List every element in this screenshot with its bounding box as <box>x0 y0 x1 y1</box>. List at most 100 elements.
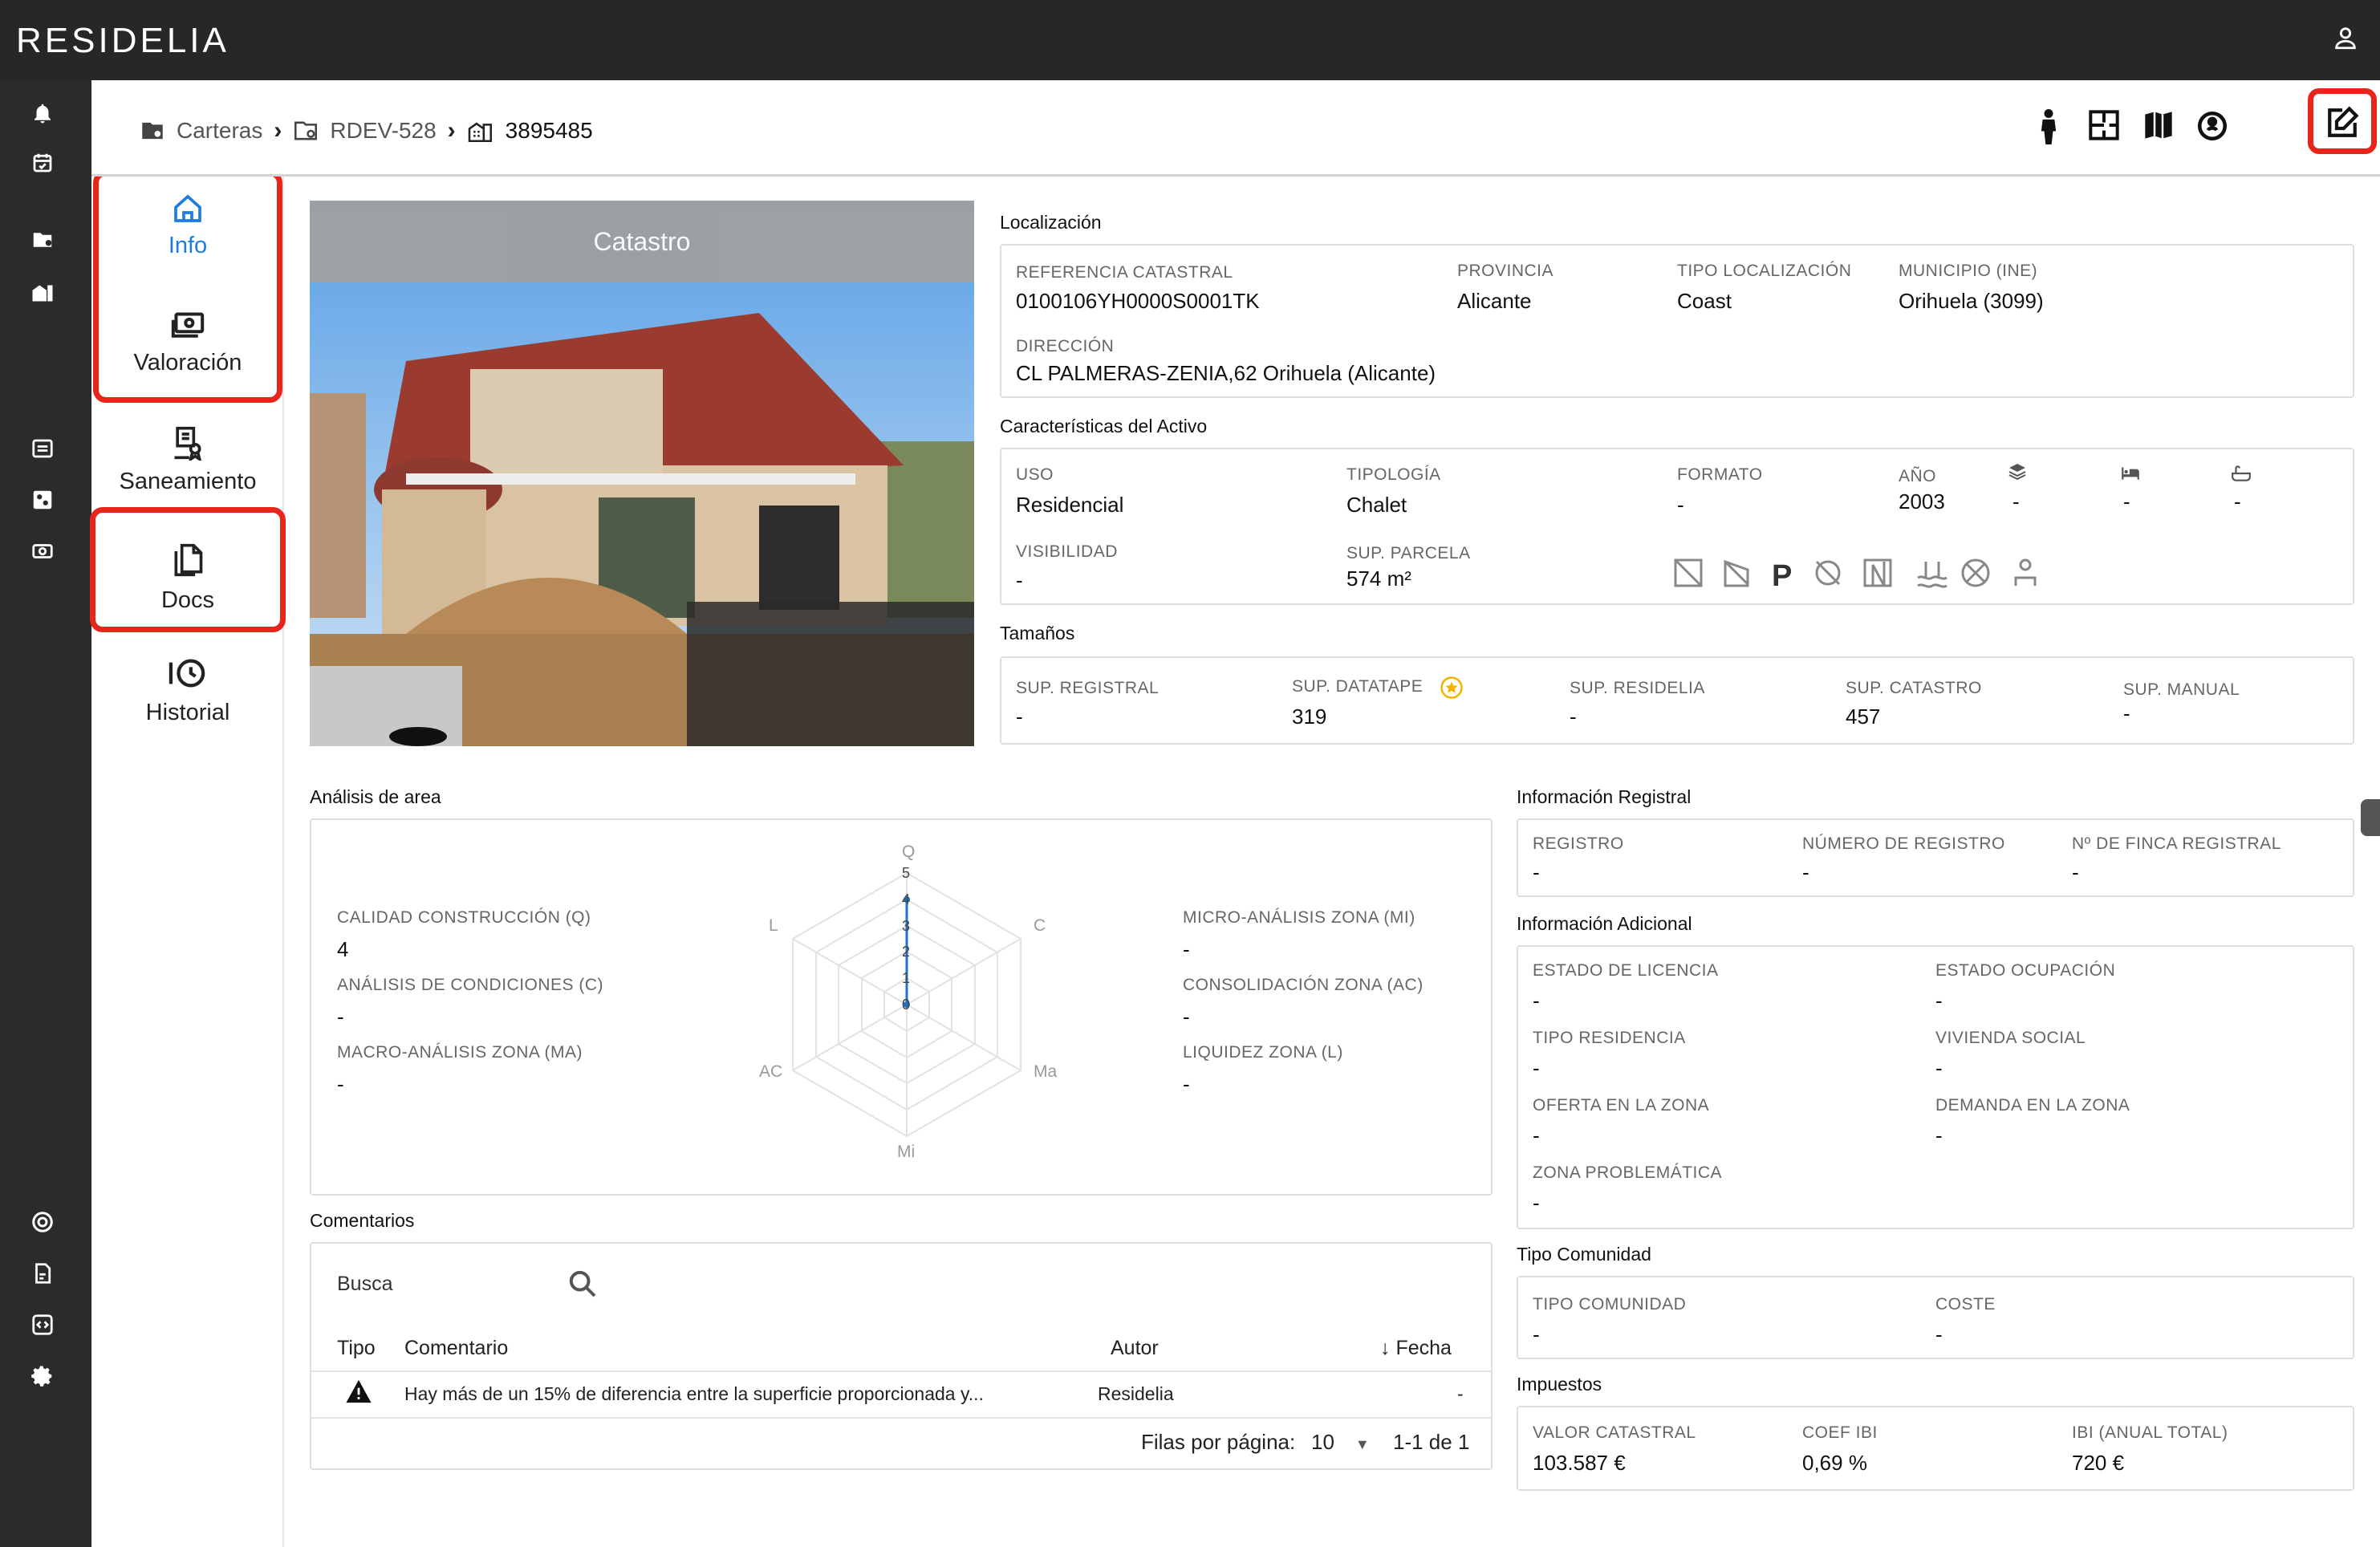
caret-down-icon: ▼ <box>1354 1436 1370 1452</box>
sup-registral-value: - <box>1016 704 1023 729</box>
radar-tick-3: 3 <box>902 918 910 934</box>
coste-label: COSTE <box>1935 1295 1996 1314</box>
col-autor[interactable]: Autor <box>1111 1337 1159 1360</box>
radar-tick-2: 2 <box>902 944 910 960</box>
sup-catastro-label: SUP. CATASTRO <box>1846 679 1982 697</box>
chevron-right-icon: › <box>447 117 456 144</box>
edit-icon <box>2328 106 2359 137</box>
map-icon[interactable] <box>2142 109 2175 145</box>
streetview-icon[interactable] <box>2195 109 2229 147</box>
calendar-icon[interactable] <box>30 151 61 181</box>
svg-text:P: P <box>1772 559 1792 591</box>
direccion-label: DIRECCIÓN <box>1016 337 1115 355</box>
impuestos-title: Impuestos <box>1517 1374 1602 1395</box>
search-input[interactable]: Busca <box>337 1273 392 1296</box>
parcela-label: SUP. PARCELA <box>1346 544 1471 562</box>
people-icon[interactable] <box>30 488 61 518</box>
nav-saneamiento-label: Saneamiento <box>119 469 257 494</box>
history-icon <box>169 659 205 688</box>
divider <box>311 1417 1491 1419</box>
caracteristicas-card: USO Residencial TIPOLOGÍA Chalet FORMATO… <box>1000 448 2354 605</box>
comment-author: Residelia <box>1098 1383 1174 1404</box>
buildings-icon[interactable] <box>30 279 61 310</box>
ocupacion-value: - <box>1935 989 1943 1013</box>
radar-axis-l: L <box>769 916 778 935</box>
breadcrumb: Carteras › RDEV-528 › 3895485 <box>140 117 593 144</box>
top-bar: RESIDELIA <box>0 0 2380 80</box>
side-panel-handle[interactable] <box>2361 799 2380 836</box>
folder-location-icon[interactable] <box>30 228 61 258</box>
edit-document-icon[interactable] <box>30 1261 61 1292</box>
code-icon[interactable] <box>30 1313 61 1343</box>
rows-per-page-select[interactable]: 10 ▼ <box>1311 1430 1370 1455</box>
uso-label: USO <box>1016 465 1054 484</box>
coef-ibi-label: COEF IBI <box>1802 1423 1878 1442</box>
liquidez-value: - <box>1183 1072 1190 1096</box>
localizacion-title: Localización <box>1000 212 1102 233</box>
visibilidad-value: - <box>1016 568 1023 592</box>
support-icon[interactable] <box>30 1210 61 1240</box>
valor-catastral-value: 103.587 € <box>1533 1451 1626 1475</box>
tipo-localizacion-label: TIPO LOCALIZACIÓN <box>1677 262 1852 280</box>
comment-date: - <box>1457 1383 1464 1404</box>
comment-text[interactable]: Hay más de un 15% de diferencia entre la… <box>404 1383 984 1405</box>
micro-value: - <box>1183 937 1190 961</box>
col-fecha[interactable]: ↓ Fecha <box>1380 1337 1452 1360</box>
rows-per-page-label: Filas por página: <box>1141 1430 1296 1454</box>
list-icon[interactable] <box>30 436 61 467</box>
adicional-title: Información Adicional <box>1517 913 1692 934</box>
ocupacion-label: ESTADO OCUPACIÓN <box>1935 961 2116 980</box>
col-comentario[interactable]: Comentario <box>404 1337 508 1360</box>
person-icon[interactable] <box>2037 109 2061 148</box>
radar-axis-ac: AC <box>759 1062 782 1081</box>
demanda-value: - <box>1935 1123 1943 1147</box>
visibilidad-label: VISIBILIDAD <box>1016 542 1118 561</box>
folder-icon <box>142 122 163 140</box>
provincia-value: Alicante <box>1457 289 1532 313</box>
direccion-value: CL PALMERAS-ZENIA,62 Orihuela (Alicante) <box>1016 361 1436 385</box>
anio-label: AÑO <box>1899 467 1937 485</box>
zona-problematica-value: - <box>1533 1191 1540 1215</box>
oferta-value: - <box>1533 1123 1540 1147</box>
edit-button[interactable] <box>2325 106 2359 144</box>
user-icon[interactable] <box>2332 24 2359 55</box>
sup-residelia-value: - <box>1570 704 1577 729</box>
asset-photo[interactable]: Catastro <box>310 201 974 746</box>
radar-tick-0: 0 <box>902 997 910 1013</box>
divider <box>311 1370 1491 1372</box>
tamanos-title: Tamaños <box>1000 623 1075 644</box>
settings-icon[interactable] <box>30 1364 61 1395</box>
parcela-value: 574 m² <box>1346 566 1411 591</box>
floorplan-icon[interactable] <box>2088 109 2120 145</box>
tipo-residencia-label: TIPO RESIDENCIA <box>1533 1029 1686 1047</box>
sup-registral-label: SUP. REGISTRAL <box>1016 679 1160 697</box>
nav-historial[interactable]: Historial <box>91 655 284 726</box>
ref-catastral-value: 0100106YH0000S0001TK <box>1016 289 1260 313</box>
ibi-anual-value: 720 € <box>2072 1451 2125 1475</box>
house-photo <box>310 201 974 746</box>
comunidad-card: TIPO COMUNIDAD - COSTE - <box>1517 1276 2354 1359</box>
nav-saneamiento[interactable]: Saneamiento <box>91 425 284 495</box>
consolidacion-value: - <box>1183 1005 1190 1029</box>
condiciones-value: - <box>337 1005 344 1029</box>
col-tipo[interactable]: Tipo <box>337 1337 376 1360</box>
breadcrumb-rdev[interactable]: RDEV-528 <box>330 118 436 144</box>
bed-icon <box>2120 464 2141 485</box>
chevron-right-icon: › <box>274 117 282 144</box>
licencia-value: - <box>1533 989 1540 1013</box>
tipologia-label: TIPOLOGÍA <box>1346 465 1441 484</box>
micro-label: MICRO-ANÁLISIS ZONA (MI) <box>1183 908 1415 927</box>
tipo-residencia-value: - <box>1533 1056 1540 1080</box>
search-icon[interactable] <box>567 1268 599 1304</box>
zona-problematica-label: ZONA PROBLEMÁTICA <box>1533 1163 1723 1182</box>
logo[interactable]: RESIDELIA <box>16 21 229 61</box>
logo-text: RESIDELIA <box>16 21 229 60</box>
breadcrumb-carteras[interactable]: Carteras <box>177 118 262 144</box>
valuation-icon[interactable] <box>30 539 61 570</box>
comunidad-title: Tipo Comunidad <box>1517 1244 1651 1265</box>
coste-value: - <box>1935 1322 1943 1346</box>
bathtub-icon <box>2231 464 2252 487</box>
rows-per-page-value: 10 <box>1311 1430 1334 1454</box>
bell-icon[interactable] <box>30 101 61 132</box>
formato-label: FORMATO <box>1677 465 1763 484</box>
